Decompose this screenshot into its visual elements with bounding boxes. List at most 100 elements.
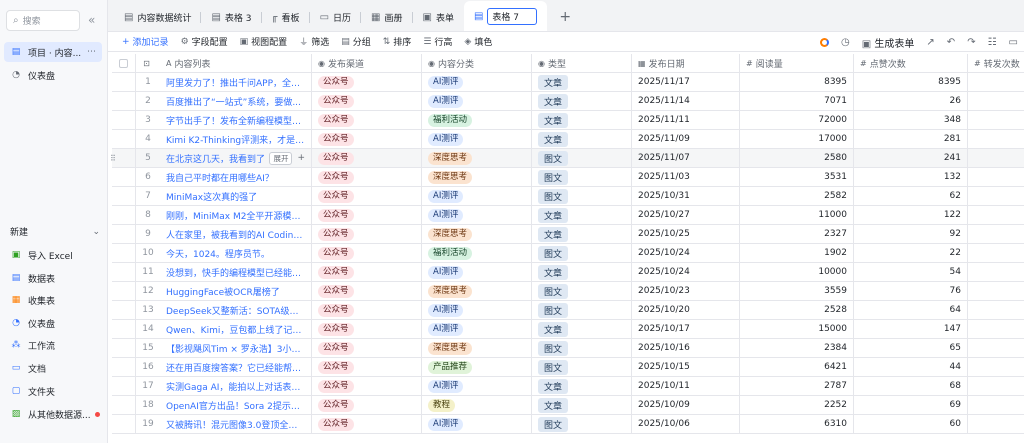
forwards-cell[interactable] xyxy=(968,358,1024,376)
date-cell[interactable]: 2025/10/20 xyxy=(632,301,740,319)
content-title[interactable]: 人在家里，被我看到的AI Coding实... xyxy=(166,228,305,241)
type-cell[interactable]: 文章 xyxy=(532,206,632,224)
row-checkbox-cell[interactable] xyxy=(112,244,136,262)
reads-cell[interactable]: 2384 xyxy=(740,339,854,357)
reads-cell[interactable]: 72000 xyxy=(740,111,854,129)
clicks-cell[interactable]: 281 xyxy=(854,130,968,148)
tab-table-3[interactable]: ▤ 表格 3 xyxy=(201,3,262,31)
content-title[interactable]: DeepSeek又整新活：SOTA级OCR，... xyxy=(166,304,305,317)
title-cell[interactable]: 今天，1024。程序员节。 xyxy=(160,244,312,262)
forwards-cell[interactable] xyxy=(968,168,1024,186)
type-cell[interactable]: 文章 xyxy=(532,377,632,395)
category-cell[interactable]: 福利活动 xyxy=(422,111,532,129)
clicks-cell[interactable]: 54 xyxy=(854,263,968,281)
row-checkbox-cell[interactable] xyxy=(112,92,136,110)
content-title[interactable]: 在北京这几天，我看到了 xyxy=(166,152,265,165)
create-doc[interactable]: ▭ 文档 xyxy=(4,358,102,378)
content-title[interactable]: 百度推出了“一站式”系统，要做... xyxy=(166,95,305,108)
table-row[interactable]: 11 没想到，快手的编程模型已经能打GL... 公众号 AI测评 文章 2025/10/2… xyxy=(112,263,1024,282)
history-icon[interactable]: ◷ xyxy=(841,37,850,48)
date-cell[interactable]: 2025/10/06 xyxy=(632,415,740,433)
category-cell[interactable]: AI测评 xyxy=(422,320,532,338)
title-cell[interactable]: 实测Gaga AI，能拍以上对话表演，... xyxy=(160,377,312,395)
fill-color-button[interactable]: ◈ 填色 xyxy=(464,35,492,49)
title-cell[interactable]: 百度推出了“一站式”系统，要做... xyxy=(160,92,312,110)
tab-form[interactable]: ▣ 表单 xyxy=(413,3,464,31)
table-row[interactable]: 1 阿里发力了！推出千问APP，全面对... 公众号 AI测评 文章 2025/11/17… xyxy=(112,73,1024,92)
column-header-type[interactable]: ◉ 类型 xyxy=(532,54,632,72)
clicks-cell[interactable]: 60 xyxy=(854,415,968,433)
field-config-button[interactable]: ⚙ 字段配置 xyxy=(181,35,228,49)
reads-cell[interactable]: 2327 xyxy=(740,225,854,243)
forwards-cell[interactable] xyxy=(968,301,1024,319)
row-checkbox-cell[interactable] xyxy=(112,225,136,243)
date-cell[interactable]: 2025/10/17 xyxy=(632,320,740,338)
select-all-checkbox[interactable] xyxy=(112,54,136,72)
title-cell[interactable]: 我自己平时都在用哪些AI？ xyxy=(160,168,312,186)
type-cell[interactable]: 文章 xyxy=(532,92,632,110)
row-checkbox-cell[interactable] xyxy=(112,168,136,186)
reads-cell[interactable]: 8395 xyxy=(740,73,854,91)
clicks-cell[interactable]: 8395 xyxy=(854,73,968,91)
date-cell[interactable]: 2025/10/09 xyxy=(632,396,740,414)
row-checkbox-cell[interactable] xyxy=(112,111,136,129)
tab-table-7[interactable]: ▤ 表格 7 xyxy=(463,1,548,31)
row-checkbox-cell[interactable] xyxy=(112,301,136,319)
clicks-cell[interactable]: 122 xyxy=(854,206,968,224)
filter-button[interactable]: ⏚ 筛选 xyxy=(299,35,329,48)
table-row[interactable]: 10 今天，1024。程序员节。 公众号 福利活动 图文 2025/10/24 1902 22 xyxy=(112,244,1024,263)
date-cell[interactable]: 2025/10/16 xyxy=(632,339,740,357)
source-cell[interactable]: 公众号 xyxy=(312,358,422,376)
date-cell[interactable]: 2025/11/03 xyxy=(632,168,740,186)
reads-cell[interactable]: 3531 xyxy=(740,168,854,186)
source-cell[interactable]: 公众号 xyxy=(312,320,422,338)
title-cell[interactable]: 没想到，快手的编程模型已经能打GL... xyxy=(160,263,312,281)
source-cell[interactable]: 公众号 xyxy=(312,301,422,319)
content-title[interactable]: Qwen、Kimi，豆包都上线了记忆功... xyxy=(166,323,305,336)
group-button[interactable]: ▤ 分组 xyxy=(341,35,371,49)
row-checkbox-cell[interactable] xyxy=(112,320,136,338)
forwards-cell[interactable] xyxy=(968,339,1024,357)
forwards-cell[interactable] xyxy=(968,396,1024,414)
table-row[interactable]: 18 OpenAI官方出品！Sora 2提示词指南 公众号 教程 文章 2025/10/0… xyxy=(112,396,1024,415)
forwards-cell[interactable] xyxy=(968,377,1024,395)
undo-icon[interactable]: ↶ xyxy=(947,37,955,48)
forwards-cell[interactable] xyxy=(968,187,1024,205)
category-cell[interactable]: 产品推荐 xyxy=(422,358,532,376)
create-from-datasource[interactable]: ▨ 从其他数据源... xyxy=(4,404,102,424)
category-cell[interactable]: AI测评 xyxy=(422,73,532,91)
title-cell[interactable]: MiniMax这次真的强了 xyxy=(160,187,312,205)
forwards-cell[interactable] xyxy=(968,206,1024,224)
reads-cell[interactable]: 6310 xyxy=(740,415,854,433)
create-form[interactable]: ▦ 收集表 xyxy=(4,290,102,310)
reads-cell[interactable]: 17000 xyxy=(740,130,854,148)
type-cell[interactable]: 文章 xyxy=(532,111,632,129)
title-cell[interactable]: 人在家里，被我看到的AI Coding实... xyxy=(160,225,312,243)
category-cell[interactable]: AI测评 xyxy=(422,377,532,395)
clicks-cell[interactable]: 92 xyxy=(854,225,968,243)
category-cell[interactable]: 深度思考 xyxy=(422,225,532,243)
type-cell[interactable]: 图文 xyxy=(532,244,632,262)
table-row[interactable]: 2 百度推出了“一站式”系统，要做... 公众号 AI测评 文章 2025/11/14 70… xyxy=(112,92,1024,111)
content-title[interactable]: OpenAI官方出品！Sora 2提示词指南 xyxy=(166,399,305,412)
source-cell[interactable]: 公众号 xyxy=(312,415,422,433)
forwards-cell[interactable] xyxy=(968,320,1024,338)
forwards-cell[interactable] xyxy=(968,282,1024,300)
date-cell[interactable]: 2025/11/17 xyxy=(632,73,740,91)
title-cell[interactable]: 在北京这几天，我看到了 展开 + xyxy=(160,149,312,167)
type-cell[interactable]: 图文 xyxy=(532,168,632,186)
row-height-button[interactable]: ☰ 行高 xyxy=(423,35,452,49)
add-row-icon[interactable]: + xyxy=(297,153,305,163)
reads-cell[interactable]: 2582 xyxy=(740,187,854,205)
view-config-button[interactable]: ▣ 视图配置 xyxy=(240,35,288,49)
clicks-cell[interactable]: 132 xyxy=(854,168,968,186)
category-cell[interactable]: 深度思考 xyxy=(422,282,532,300)
reads-cell[interactable]: 10000 xyxy=(740,263,854,281)
create-import-excel[interactable]: ▣ 导入 Excel xyxy=(4,245,102,265)
date-cell[interactable]: 2025/10/24 xyxy=(632,244,740,262)
column-header-clicks[interactable]: # 点赞次数 xyxy=(854,54,968,72)
category-cell[interactable]: 深度思考 xyxy=(422,168,532,186)
content-title[interactable]: 实测Gaga AI，能拍以上对话表演，... xyxy=(166,380,305,393)
column-header-source[interactable]: ◉ 发布渠道 xyxy=(312,54,422,72)
date-cell[interactable]: 2025/10/23 xyxy=(632,282,740,300)
